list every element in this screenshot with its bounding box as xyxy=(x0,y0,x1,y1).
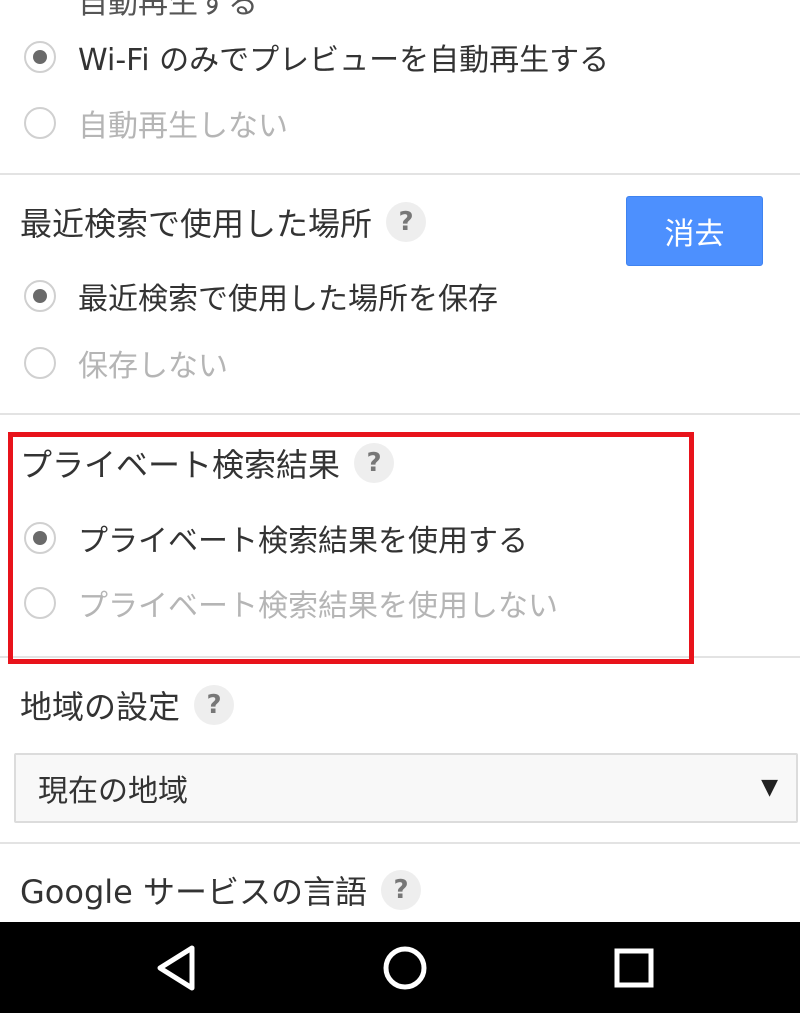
radio-checked-icon[interactable] xyxy=(24,41,56,73)
help-icon[interactable]: ? xyxy=(354,443,395,483)
language-title: Google サービスの言語 ? xyxy=(20,866,422,914)
help-icon[interactable]: ? xyxy=(381,870,422,910)
recents-icon xyxy=(614,948,654,987)
radio-autoplay-off-label: 自動再生しない xyxy=(78,109,288,144)
back-button[interactable] xyxy=(116,922,236,1013)
divider xyxy=(0,413,800,415)
region-title: 地域の設定 ? xyxy=(20,681,235,729)
region-title-text: 地域の設定 xyxy=(20,688,181,726)
settings-screen: 自動再生する Wi-Fi のみでプレビューを自動再生する 自動再生しない 最近検… xyxy=(0,0,800,922)
radio-unchecked-icon[interactable] xyxy=(24,587,56,619)
radio-checked-icon[interactable] xyxy=(24,522,56,554)
divider xyxy=(0,173,800,175)
region-select-value: 現在の地域 xyxy=(38,774,188,809)
autoplay-clipped-label: 自動再生する xyxy=(78,0,258,21)
divider xyxy=(0,842,800,844)
clear-button[interactable]: 消去 xyxy=(626,196,763,266)
language-title-text: Google サービスの言語 xyxy=(20,873,368,911)
recent-places-title-text: 最近検索で使用した場所 xyxy=(20,205,373,243)
recent-places-title: 最近検索で使用した場所 ? xyxy=(20,198,427,246)
radio-no-private[interactable]: プライベート検索結果を使用しない xyxy=(24,578,558,628)
radio-checked-icon[interactable] xyxy=(24,280,56,312)
radio-save-places-label: 最近検索で使用した場所を保存 xyxy=(78,282,498,317)
home-icon xyxy=(383,946,427,989)
back-icon xyxy=(157,945,195,990)
system-navigation-bar xyxy=(0,922,800,1013)
radio-unchecked-icon[interactable] xyxy=(24,347,56,379)
radio-dont-save-label: 保存しない xyxy=(78,349,228,384)
radio-use-private-label: プライベート検索結果を使用する xyxy=(78,524,528,559)
radio-unchecked-icon[interactable] xyxy=(24,107,56,139)
radio-autoplay-wifi-label: Wi-Fi のみでプレビューを自動再生する xyxy=(78,43,610,78)
help-icon[interactable]: ? xyxy=(386,202,427,242)
radio-no-private-label: プライベート検索結果を使用しない xyxy=(78,589,558,624)
divider xyxy=(0,656,800,658)
radio-dont-save[interactable]: 保存しない xyxy=(24,338,228,388)
radio-use-private[interactable]: プライベート検索結果を使用する xyxy=(24,513,528,563)
dropdown-arrow-icon: ▼ xyxy=(761,775,778,800)
help-icon[interactable]: ? xyxy=(194,685,235,725)
home-button[interactable] xyxy=(345,922,465,1013)
recents-button[interactable] xyxy=(574,922,694,1013)
private-results-title-text: プライベート検索結果 xyxy=(20,446,341,484)
radio-autoplay-wifi[interactable]: Wi-Fi のみでプレビューを自動再生する xyxy=(24,32,609,82)
region-select[interactable]: 現在の地域 ▼ xyxy=(14,753,798,823)
radio-autoplay-off[interactable]: 自動再生しない xyxy=(24,98,288,148)
radio-save-places[interactable]: 最近検索で使用した場所を保存 xyxy=(24,271,498,321)
private-results-title: プライベート検索結果 ? xyxy=(20,439,395,487)
